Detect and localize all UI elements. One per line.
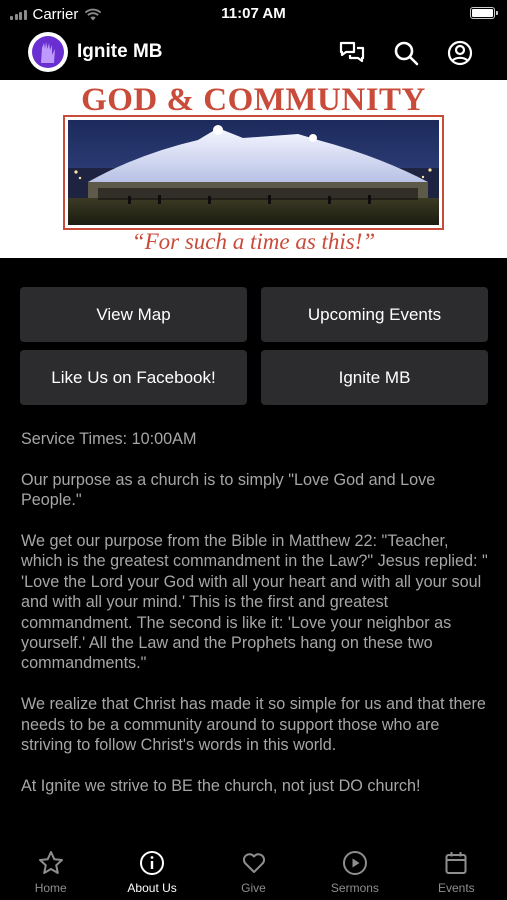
tab-give[interactable]: Give: [203, 840, 304, 900]
app-logo[interactable]: [28, 32, 68, 72]
calendar-icon: [445, 852, 467, 874]
status-time: 11:07 AM: [221, 5, 286, 22]
community-text: We realize that Christ has made it so si…: [21, 695, 486, 755]
raised-hands-logo-icon: [32, 36, 64, 68]
search-icon[interactable]: [392, 39, 420, 67]
banner-title: GOD & COMMUNITY: [81, 82, 426, 118]
ignite-mb-button[interactable]: Ignite MB: [261, 350, 488, 405]
banner-tagline: “For such a time as this!”: [131, 229, 376, 254]
app-header: Ignite MB: [0, 28, 507, 78]
heart-icon: [242, 853, 265, 873]
tent-photo: [63, 115, 444, 230]
chat-icon[interactable]: [338, 39, 366, 67]
tab-events-label: Events: [437, 881, 475, 895]
banner-image: GOD & COMMUNITY “For such a time as this…: [0, 80, 507, 258]
tab-home-label: Home: [34, 881, 67, 895]
profile-icon[interactable]: [446, 39, 474, 67]
tab-sermons-label: Sermons: [330, 881, 379, 895]
tab-events[interactable]: Events: [406, 840, 507, 900]
tab-sermons[interactable]: Sermons: [304, 840, 405, 900]
status-bar: Carrier 11:07 AM: [0, 0, 507, 28]
battery-icon: [470, 7, 498, 19]
scripture-text: We get our purpose from the Bible in Mat…: [21, 532, 488, 673]
view-map-button[interactable]: View Map: [20, 287, 247, 342]
service-times-text: Service Times: 10:00AM: [21, 430, 197, 448]
motto-text: At Ignite we strive to BE the church, no…: [21, 776, 421, 795]
purpose-text: Our purpose as a church is to simply "Lo…: [21, 470, 436, 510]
tab-about-us-label: About Us: [127, 881, 177, 895]
upcoming-events-button[interactable]: Upcoming Events: [261, 287, 488, 342]
info-icon: [140, 851, 165, 875]
tab-about-us[interactable]: About Us: [101, 840, 202, 900]
tab-bar: Home About Us Give Sermons Events: [0, 840, 507, 900]
play-icon: [342, 851, 367, 875]
tab-home[interactable]: Home: [0, 840, 101, 900]
app-title: Ignite MB: [77, 41, 163, 62]
about-content: Service Times: 10:00AM Our purpose as a …: [21, 429, 491, 817]
facebook-button[interactable]: Like Us on Facebook!: [20, 350, 247, 405]
star-icon: [38, 851, 63, 874]
tab-give-label: Give: [241, 881, 266, 895]
